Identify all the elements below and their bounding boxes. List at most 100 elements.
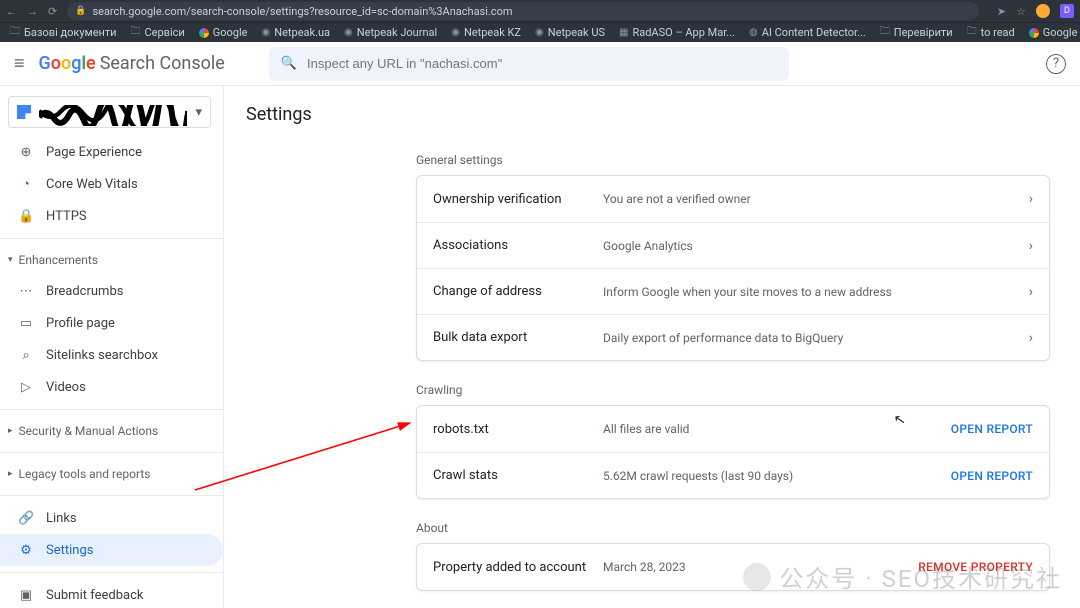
divider (0, 409, 223, 410)
extension-d-icon[interactable]: D (1060, 4, 1074, 18)
search-input[interactable] (307, 56, 777, 71)
bookmark-item[interactable]: Google (199, 26, 248, 39)
help-icon[interactable]: ? (1046, 54, 1066, 74)
bookmark-item[interactable]: 🗀Базові документи (10, 24, 117, 41)
card-icon: ▭ (18, 316, 34, 331)
forward-icon[interactable]: → (27, 5, 38, 18)
general-settings-card: Ownership verification You are not a ver… (416, 175, 1050, 361)
links-icon: 🔗 (18, 511, 34, 526)
video-icon: ▷ (18, 380, 34, 395)
browser-toolbar: ← → ⟳ 🔒 search.google.com/search-console… (0, 0, 1080, 22)
chevron-down-icon: ▾ (8, 255, 13, 265)
sidebar-item-core-web-vitals[interactable]: ◔Core Web Vitals (0, 168, 223, 200)
address-bar[interactable]: 🔒 search.google.com/search-console/setti… (67, 2, 979, 20)
section-label-general: General settings (416, 153, 1050, 167)
sidebar-group-legacy[interactable]: ▸Legacy tools and reports (0, 459, 223, 489)
chevron-right-icon: › (1029, 238, 1033, 254)
back-icon[interactable]: ← (6, 5, 17, 18)
bookmark-item[interactable]: 🗀to read (967, 24, 1015, 41)
sidebar-group-enhancements[interactable]: ▾Enhancements (0, 245, 223, 275)
sidebar-item-sitelinks-searchbox[interactable]: ⌕Sitelinks searchbox (0, 339, 223, 371)
box-icon: ▦ (619, 27, 628, 38)
sidebar-item-settings[interactable]: ⚙Settings (0, 534, 223, 566)
divider (0, 572, 223, 573)
bookmarks-bar: 🗀Базові документи 🗀Сервіси Google ◉Netpe… (0, 22, 1080, 42)
google-icon (1029, 28, 1039, 38)
main-content: Settings General settings Ownership veri… (224, 86, 1080, 608)
page-title: Settings (246, 104, 1050, 125)
url-text: search.google.com/search-console/setting… (92, 5, 512, 18)
remove-property-link[interactable]: REMOVE PROPERTY (918, 560, 1033, 574)
sidebar-item-videos[interactable]: ▷Videos (0, 371, 223, 403)
row-ownership-verification[interactable]: Ownership verification You are not a ver… (417, 176, 1049, 222)
row-robots-txt[interactable]: robots.txt All files are valid OPEN REPO… (417, 406, 1049, 452)
dot-icon: ◉ (344, 27, 353, 38)
sidebar-item-profile-page[interactable]: ▭Profile page (0, 307, 223, 339)
bookmark-item[interactable]: Google (1029, 26, 1078, 39)
row-change-of-address[interactable]: Change of address Inform Google when you… (417, 268, 1049, 314)
breadcrumbs-icon: ⋯ (18, 284, 34, 299)
bookmark-item[interactable]: ◍AI Content Detector... (749, 26, 866, 39)
plus-circle-icon: ⊕ (18, 145, 34, 160)
lock-icon: 🔒 (18, 209, 34, 224)
row-associations[interactable]: Associations Google Analytics › (417, 222, 1049, 268)
bookmark-item[interactable]: ◉Netpeak Journal (344, 26, 437, 39)
bookmark-item[interactable]: ◉Netpeak.ua (262, 26, 331, 39)
bookmark-icon (17, 105, 31, 119)
product-name: Search Console (100, 53, 225, 74)
star-icon[interactable]: ☆ (1016, 5, 1026, 18)
row-property-added[interactable]: Property added to account March 28, 2023… (417, 544, 1049, 590)
dot-icon: ◉ (451, 27, 460, 38)
bookmark-item[interactable]: 🗀Перевірити (880, 24, 953, 41)
reload-icon[interactable]: ⟳ (48, 5, 57, 18)
profile-orange-icon[interactable] (1036, 4, 1050, 18)
searchbox-icon: ⌕ (18, 348, 34, 363)
section-label-crawling: Crawling (416, 383, 1050, 397)
sidebar-group-security[interactable]: ▸Security & Manual Actions (0, 416, 223, 446)
bookmark-item[interactable]: ▦RadASO – App Mar... (619, 26, 735, 39)
gear-icon: ⚙ (18, 543, 34, 558)
product-logo[interactable]: Google Search Console (39, 53, 225, 74)
sidebar-item-https[interactable]: 🔒HTTPS (0, 200, 223, 232)
bookmark-item[interactable]: ◉Netpeak KZ (451, 26, 521, 39)
property-name (39, 105, 187, 119)
divider (0, 452, 223, 453)
sidebar: ▾ ⊕Page Experience ◔Core Web Vitals 🔒HTT… (0, 86, 224, 608)
chevron-right-icon: ▸ (8, 469, 13, 479)
chevron-right-icon: › (1029, 330, 1033, 346)
bookmark-item[interactable]: 🗀Сервіси (131, 24, 185, 41)
bookmark-item[interactable]: ◉Netpeak US (535, 26, 605, 39)
open-report-link[interactable]: OPEN REPORT (951, 469, 1033, 483)
search-icon: 🔍 (281, 56, 297, 71)
sidebar-item-links[interactable]: 🔗Links (0, 502, 223, 534)
open-report-link[interactable]: OPEN REPORT (951, 422, 1033, 436)
folder-icon: 🗀 (880, 24, 890, 41)
share-icon[interactable]: ➤ (997, 5, 1006, 18)
chevron-right-icon: › (1029, 191, 1033, 207)
feedback-icon: ▣ (18, 588, 34, 603)
chevron-right-icon: ▸ (8, 426, 13, 436)
menu-icon[interactable]: ≡ (14, 53, 25, 74)
dot-icon: ◉ (262, 27, 271, 38)
app-header: ≡ Google Search Console 🔍 ? (0, 42, 1080, 86)
url-inspect-search[interactable]: 🔍 (269, 47, 789, 81)
sidebar-item-page-experience[interactable]: ⊕Page Experience (0, 136, 223, 168)
chevron-down-icon: ▾ (195, 105, 202, 120)
dot-icon: ◉ (535, 27, 544, 38)
section-label-about: About (416, 521, 1050, 535)
folder-icon: 🗀 (10, 24, 20, 41)
divider (0, 495, 223, 496)
google-logo-text: Google (39, 53, 96, 74)
google-icon (199, 28, 209, 38)
speed-icon: ◔ (18, 176, 34, 192)
sidebar-item-submit-feedback[interactable]: ▣Submit feedback (0, 579, 223, 608)
eye-icon: ◍ (749, 27, 758, 38)
folder-icon: 🗀 (967, 24, 977, 41)
row-crawl-stats[interactable]: Crawl stats 5.62M crawl requests (last 9… (417, 452, 1049, 498)
chevron-right-icon: › (1029, 284, 1033, 300)
about-card: Property added to account March 28, 2023… (416, 543, 1050, 591)
property-selector[interactable]: ▾ (8, 96, 211, 128)
crawling-card: robots.txt All files are valid OPEN REPO… (416, 405, 1050, 499)
row-bulk-data-export[interactable]: Bulk data export Daily export of perform… (417, 314, 1049, 360)
sidebar-item-breadcrumbs[interactable]: ⋯Breadcrumbs (0, 275, 223, 307)
